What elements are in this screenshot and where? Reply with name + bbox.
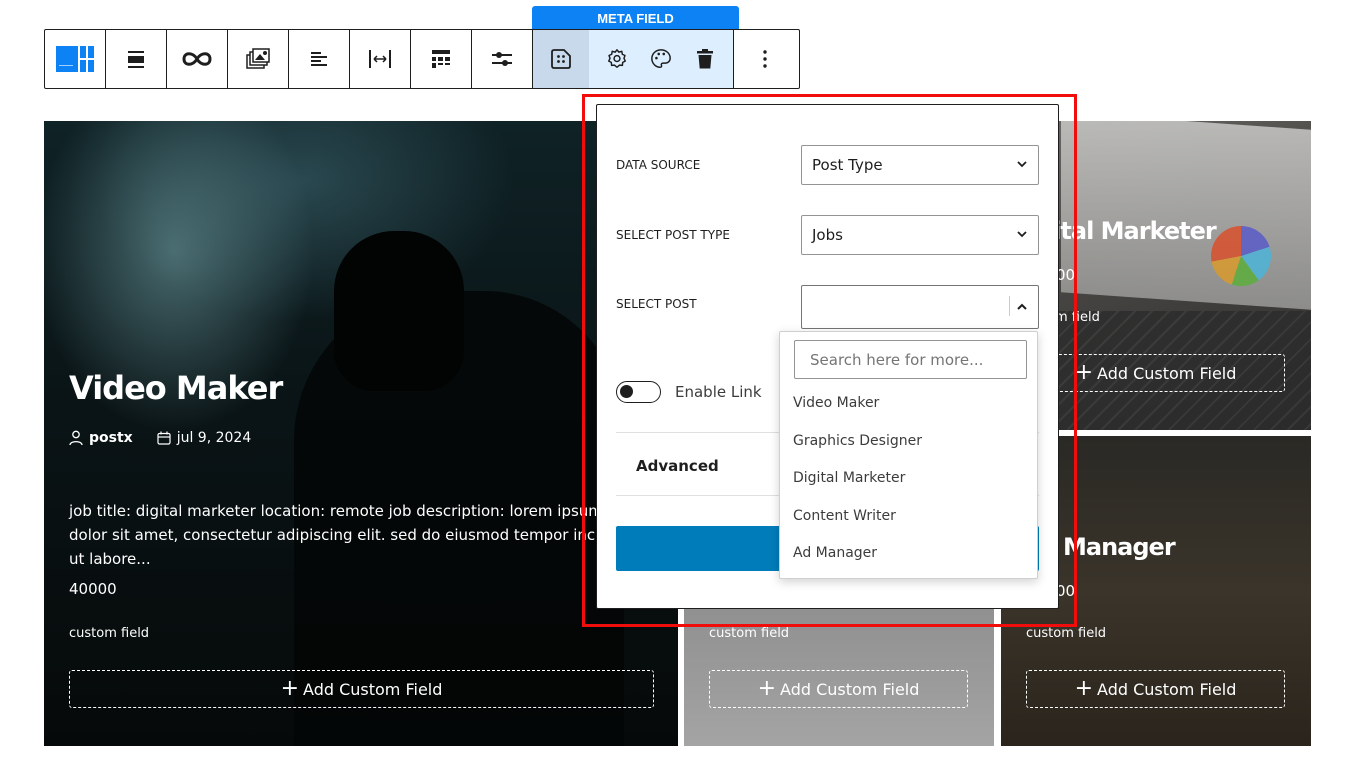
chevron-down-icon <box>1017 161 1027 168</box>
table-button[interactable] <box>411 30 472 88</box>
chevron-down-icon <box>1017 231 1027 238</box>
dropdown-option[interactable]: Digital Marketer <box>793 470 905 486</box>
excerpt-line: ut labore... <box>69 550 151 568</box>
post-title[interactable]: gital Marketer <box>1037 217 1217 245</box>
post-type-value: Jobs <box>812 226 843 244</box>
plus-icon: + <box>280 676 300 701</box>
enable-link-toggle[interactable] <box>616 381 661 403</box>
select-post-combobox[interactable] <box>801 285 1039 329</box>
width-button[interactable] <box>106 30 167 88</box>
plus-icon: + <box>1074 676 1094 701</box>
sliders-button[interactable] <box>472 30 533 88</box>
plus-icon: + <box>757 676 777 701</box>
query-button[interactable] <box>167 30 228 88</box>
palette-icon <box>651 49 671 68</box>
add-custom-field-button[interactable]: + Add Custom Field <box>1026 354 1285 392</box>
combobox-separator <box>1009 296 1010 316</box>
add-custom-field-label: Add Custom Field <box>303 679 443 699</box>
spacing-button[interactable] <box>350 30 411 88</box>
post-image <box>1061 121 1311 310</box>
post-search-input[interactable] <box>794 340 1027 379</box>
post-excerpt: job title: digital marketer location: re… <box>69 499 629 571</box>
block-type-label: META FIELD <box>532 6 739 30</box>
more-vertical-icon <box>762 50 767 68</box>
image-button[interactable] <box>228 30 289 88</box>
post-meta: postx jul 9, 2024 <box>69 430 251 446</box>
query-loop-icon <box>182 52 212 66</box>
style-button[interactable] <box>639 30 683 88</box>
select-post-dropdown: Video Maker Graphics Designer Digital Ma… <box>779 331 1038 579</box>
custom-field-value: custom field <box>69 626 150 641</box>
trash-icon <box>697 49 713 69</box>
custom-field-value: m field <box>1055 310 1100 325</box>
post-price: 40000 <box>69 580 117 598</box>
delete-button[interactable] <box>683 30 727 88</box>
select-post-label: SELECT POST <box>616 297 697 311</box>
enable-link-row: Enable Link <box>616 381 762 403</box>
data-source-value: Post Type <box>812 156 883 174</box>
block-toolbar <box>44 29 800 89</box>
post-type-select[interactable]: Jobs <box>801 215 1039 255</box>
post-type-label: SELECT POST TYPE <box>616 228 730 242</box>
layout-button[interactable] <box>45 30 106 88</box>
post-date: jul 9, 2024 <box>176 430 252 446</box>
data-source-label: DATA SOURCE <box>616 158 701 172</box>
calendar-icon <box>157 431 171 445</box>
toggle-knob <box>620 385 633 398</box>
enable-link-label: Enable Link <box>675 383 762 401</box>
grid-layout-icon <box>56 46 94 72</box>
dropdown-option[interactable]: Content Writer <box>793 508 896 524</box>
post-card[interactable]: Video Maker postx jul 9, 2024 job title:… <box>44 121 678 746</box>
post-card[interactable]: custom field + Add Custom Field <box>684 600 994 746</box>
custom-field-value: custom field <box>1026 626 1107 641</box>
align-button[interactable] <box>289 30 350 88</box>
chevron-up-icon[interactable] <box>1016 301 1028 313</box>
advanced-panel-toggle[interactable]: Advanced <box>636 457 719 475</box>
post-author[interactable]: postx <box>89 430 133 446</box>
meta-field-icon <box>551 49 571 69</box>
dropdown-option[interactable]: Graphics Designer <box>793 433 922 449</box>
plus-icon: + <box>1074 360 1094 385</box>
sliders-icon <box>492 52 512 66</box>
dropdown-option[interactable]: Ad Manager <box>793 545 877 561</box>
add-custom-field-label: Add Custom Field <box>780 679 920 699</box>
more-options-button[interactable] <box>734 30 795 88</box>
post-title[interactable]: Video Maker <box>69 369 283 407</box>
align-full-icon <box>128 51 144 68</box>
excerpt-line: job title: digital marketer location: re… <box>69 502 603 520</box>
custom-field-value: custom field <box>709 626 790 641</box>
post-title[interactable]: Manager <box>1063 533 1176 561</box>
table-icon <box>432 50 450 68</box>
spacing-icon <box>369 50 391 68</box>
meta-field-actions <box>589 30 734 88</box>
post-image-detail <box>334 231 464 391</box>
add-custom-field-label: Add Custom Field <box>1097 679 1237 699</box>
post-image-detail <box>1211 226 1271 286</box>
image-gallery-icon <box>246 48 270 69</box>
add-custom-field-button[interactable]: + Add Custom Field <box>69 670 654 708</box>
gear-icon <box>608 49 626 68</box>
align-left-icon <box>311 52 327 66</box>
add-custom-field-label: Add Custom Field <box>1097 363 1237 383</box>
add-custom-field-button[interactable]: + Add Custom Field <box>709 670 968 708</box>
data-source-select[interactable]: Post Type <box>801 145 1039 185</box>
excerpt-line: dolor sit amet, consectetur adipiscing e… <box>69 526 596 544</box>
user-icon <box>69 430 83 446</box>
add-custom-field-button[interactable]: + Add Custom Field <box>1026 670 1285 708</box>
dropdown-option[interactable]: Video Maker <box>793 395 879 411</box>
meta-field-button[interactable] <box>533 30 589 88</box>
settings-button[interactable] <box>595 30 639 88</box>
